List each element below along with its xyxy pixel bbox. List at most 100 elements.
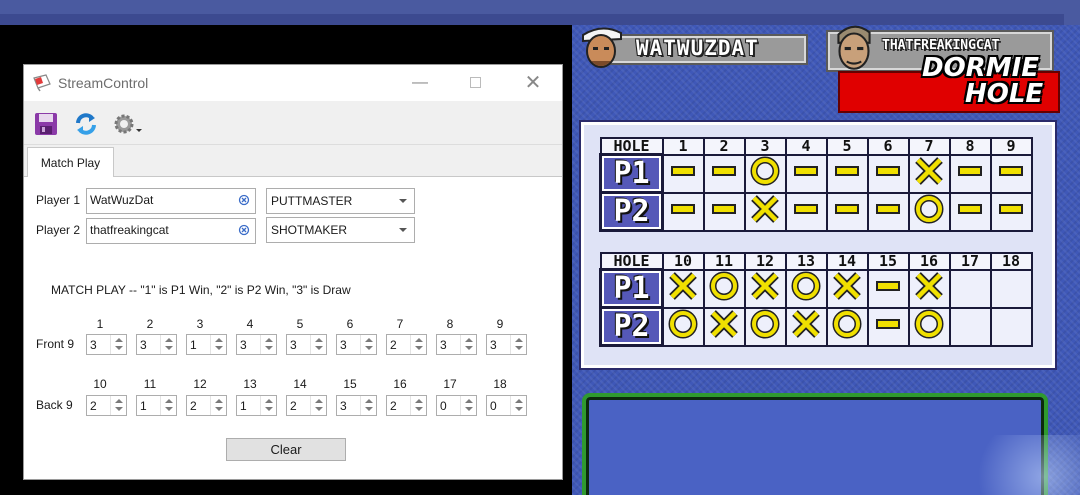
tab-match-play[interactable]: Match Play [27,147,114,178]
player2-name-input[interactable]: thatfreakingcat [86,218,256,244]
spin-up-icon[interactable] [315,399,323,403]
hole-number: 1 [661,137,705,156]
spin-up-icon[interactable] [515,399,523,403]
spin-down-icon[interactable] [365,407,373,411]
spin-up-icon[interactable] [215,338,223,342]
clear-button[interactable]: Clear [226,438,346,461]
scoreboard: HOLE 1 2 3 4 5 6 7 8 9 P1 P2 HOLE 10 11 12 13 14 15 16 17 18… [581,122,1055,368]
spin-down-icon[interactable] [415,407,423,411]
spinner-value: 2 [290,399,297,413]
minimize-button[interactable]: — [405,71,435,95]
hole-13-score-spinner[interactable]: 1 [236,395,277,416]
score-cell [661,306,705,347]
hole-1-score-spinner[interactable]: 3 [86,334,127,355]
hole-number: 6 [866,137,910,156]
hole-number: 10 [93,377,107,391]
score-cell [702,268,746,309]
spin-down-icon[interactable] [315,407,323,411]
hole-17-score-spinner[interactable]: 0 [436,395,477,416]
spin-down-icon[interactable] [415,346,423,350]
spin-up-icon[interactable] [515,338,523,342]
score-cell [907,153,951,194]
spin-down-icon[interactable] [465,346,473,350]
spin-down-icon[interactable] [515,407,523,411]
hole-4-score-spinner[interactable]: 3 [236,334,277,355]
spin-up-icon[interactable] [415,399,423,403]
hole-11-score-spinner[interactable]: 1 [136,395,177,416]
spin-down-icon[interactable] [215,407,223,411]
spinner-value: 1 [190,338,197,352]
back-nine-label: Back 9 [36,398,73,412]
score-cell [702,191,746,232]
close-button[interactable]: ✕ [518,71,548,95]
player1-character-select[interactable]: PUTTMASTER [266,188,415,214]
spin-down-icon[interactable] [115,346,123,350]
maximize-button[interactable] [460,71,490,95]
spin-down-icon[interactable] [315,346,323,350]
hole-16-score-spinner[interactable]: 2 [386,395,427,416]
dash-mark-icon [794,166,818,176]
hole-number: 3 [743,137,787,156]
player2-character-value: SHOTMAKER [271,223,348,237]
hole-10-score-spinner[interactable]: 2 [86,395,127,416]
spinner-value: 2 [390,399,397,413]
hole-number: 2 [146,317,154,331]
gear-icon[interactable] [112,111,144,137]
refresh-icon[interactable] [73,111,99,137]
hole-6-score-spinner[interactable]: 3 [336,334,377,355]
score-cell [743,306,787,347]
hole-3-score-spinner[interactable]: 1 [186,334,227,355]
save-icon[interactable] [33,111,59,137]
circle-mark-icon [750,309,780,339]
score-cell [989,268,1033,309]
score-cell [784,306,828,347]
spin-up-icon[interactable] [315,338,323,342]
spin-down-icon[interactable] [115,407,123,411]
spin-down-icon[interactable] [515,346,523,350]
spin-up-icon[interactable] [265,399,273,403]
hole-5-score-spinner[interactable]: 3 [286,334,327,355]
spin-down-icon[interactable] [365,346,373,350]
spin-up-icon[interactable] [265,338,273,342]
dash-mark-icon [671,204,696,214]
clear-icon[interactable] [238,224,250,236]
hole-9-score-spinner[interactable]: 3 [486,334,527,355]
spin-up-icon[interactable] [165,338,173,342]
hole-8-score-spinner[interactable]: 3 [436,334,477,355]
hole-12-score-spinner[interactable]: 2 [186,395,227,416]
spin-down-icon[interactable] [165,346,173,350]
hole-number: 12 [743,252,787,271]
score-cell [866,191,910,232]
spin-up-icon[interactable] [415,338,423,342]
hole-2-score-spinner[interactable]: 3 [136,334,177,355]
spin-up-icon[interactable] [365,399,373,403]
score-cell [825,153,869,194]
spin-up-icon[interactable] [115,338,123,342]
spin-up-icon[interactable] [365,338,373,342]
spin-down-icon[interactable] [215,346,223,350]
spin-down-icon[interactable] [265,346,273,350]
hole-18-score-spinner[interactable]: 0 [486,395,527,416]
player2-character-select[interactable]: SHOTMAKER [266,217,415,243]
spin-up-icon[interactable] [165,399,173,403]
x-mark-icon [833,272,861,300]
hole-7-score-spinner[interactable]: 2 [386,334,427,355]
spin-up-icon[interactable] [465,338,473,342]
spin-up-icon[interactable] [115,399,123,403]
spin-up-icon[interactable] [215,399,223,403]
hole-15-score-spinner[interactable]: 3 [336,395,377,416]
player2-name-value: thatfreakingcat [90,223,169,237]
spin-up-icon[interactable] [465,399,473,403]
spin-down-icon[interactable] [265,407,273,411]
p1-row-label: P1 [599,268,664,309]
x-mark-icon [915,272,943,300]
hole-number: 12 [193,377,207,391]
circle-mark-icon [668,309,698,339]
spin-down-icon[interactable] [465,407,473,411]
clear-icon[interactable] [238,194,250,206]
hole-number: 17 [443,377,457,391]
spin-down-icon[interactable] [165,407,173,411]
player1-name-input[interactable]: WatWuzDat [86,188,256,214]
score-cell [743,153,787,194]
hole-14-score-spinner[interactable]: 2 [286,395,327,416]
